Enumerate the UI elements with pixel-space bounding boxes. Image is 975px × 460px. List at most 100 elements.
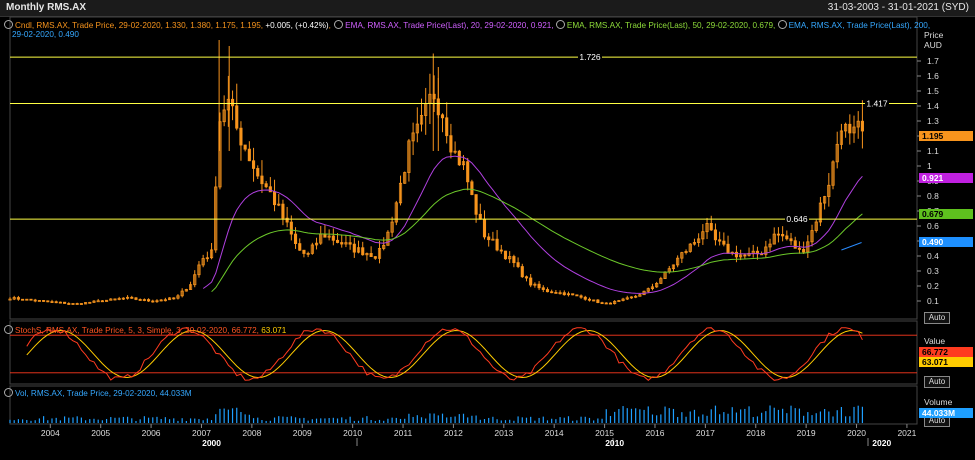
volume-bar: [740, 409, 742, 423]
candle-body: [96, 300, 100, 303]
year-tick-label: 2018: [746, 428, 765, 438]
volume-bar: [17, 419, 19, 423]
volume-bar: [698, 416, 700, 423]
candle-body: [33, 299, 37, 302]
volume-bar: [693, 409, 696, 423]
volume-bar: [635, 408, 637, 423]
settings-dot-icon[interactable]: [555, 20, 565, 29]
settings-dot-icon[interactable]: [4, 388, 13, 397]
volume-bar: [68, 417, 70, 423]
volume-bar: [488, 417, 490, 423]
volume-bar: [38, 418, 40, 423]
volume-bar: [467, 417, 469, 423]
candle-body: [46, 300, 50, 303]
price-axis-head: Price: [924, 30, 944, 40]
volume-bar: [752, 416, 754, 423]
candle-body: [583, 296, 587, 300]
ema20-tag: 0.921: [919, 173, 973, 183]
volume-bar: [366, 416, 368, 423]
vol-legend[interactable]: Vol, RMS.AX, Trade Price, 29-02-2020, 44…: [4, 388, 192, 399]
volume-bar: [72, 417, 74, 423]
volume-bar: [194, 418, 196, 423]
candle-body: [726, 243, 730, 254]
volume-bar: [122, 416, 124, 423]
settings-dot-icon[interactable]: [4, 20, 13, 29]
volume-bar: [664, 406, 666, 423]
volume-bar: [555, 419, 557, 423]
volume-bar: [378, 419, 381, 423]
candle-body: [50, 301, 54, 303]
volume-bar: [551, 418, 553, 423]
volume-bar: [849, 416, 851, 423]
volume-bar: [362, 417, 364, 423]
volume-bar: [156, 416, 158, 423]
volume-bar: [168, 419, 171, 423]
ema50-legend: EMA, RMS.AX, Trade Price(Last), 50, 29-0…: [566, 21, 778, 30]
volume-bar: [723, 412, 725, 423]
volume-bar: [748, 406, 750, 423]
volume-bar: [21, 419, 24, 423]
volume-bar: [756, 416, 759, 423]
candle-body: [789, 238, 793, 242]
settings-dot-icon[interactable]: [4, 325, 13, 334]
volume-bar: [609, 415, 612, 423]
volume-bar: [824, 409, 826, 423]
stoch-legend[interactable]: StochS, RMS.AX, Trade Price, 5, 3, Simpl…: [4, 325, 286, 336]
volume-bar: [252, 418, 255, 423]
volume-bar: [492, 416, 494, 423]
stoch-auto-button[interactable]: Auto: [924, 376, 950, 388]
year-tick-label: 2010: [343, 428, 362, 438]
settings-dot-icon[interactable]: [334, 20, 344, 29]
price-tick-label: 1.3: [927, 116, 939, 126]
price-auto-button[interactable]: Auto: [924, 312, 950, 324]
volume-bar: [416, 415, 418, 423]
candle-body: [848, 123, 852, 134]
volume-bar: [399, 418, 402, 423]
volume-bar: [588, 417, 591, 423]
volume-bar: [299, 418, 301, 423]
volume-bar: [500, 420, 502, 423]
volume-bar: [173, 418, 175, 423]
settings-dot-icon[interactable]: [777, 20, 787, 29]
candle-body: [482, 218, 487, 238]
volume-bar: [34, 420, 36, 423]
candle-body: [331, 235, 335, 241]
volume-bar: [798, 408, 801, 423]
volume-bar: [97, 419, 99, 423]
volume-bar: [84, 420, 87, 423]
volume-bar: [719, 414, 721, 423]
volume-bar: [450, 416, 452, 423]
volume-bar: [773, 407, 775, 423]
ema20-line: [202, 155, 863, 294]
candle-legend[interactable]: Cndl, RMS.AX, Trade Price, 29-02-2020, 1…: [4, 20, 930, 31]
stoch-axis-head: Value: [924, 336, 946, 346]
volume-bar: [593, 420, 595, 423]
candle-body: [474, 194, 478, 215]
volume-bar: [101, 420, 103, 423]
candle-body: [797, 247, 801, 250]
price-tick-label: 0.4: [927, 251, 939, 261]
volume-bar: [236, 407, 238, 423]
volume-bar: [219, 408, 221, 423]
volume-bar: [790, 405, 792, 423]
volume-bar: [563, 417, 565, 423]
candle-body: [860, 120, 864, 132]
volume-bar: [660, 414, 662, 423]
candle-body: [134, 297, 138, 300]
volume-bar: [126, 416, 129, 423]
volume-bar: [656, 415, 658, 423]
volume-bar: [614, 411, 616, 423]
volume-bar: [198, 419, 200, 423]
ema200-legend-cont: 29-02-2020, 0.490: [12, 30, 79, 39]
volume-bar: [672, 408, 675, 423]
volume-bar: [475, 415, 477, 423]
volume-bar: [471, 415, 473, 423]
candle-body: [785, 235, 789, 240]
volume-bar: [437, 415, 439, 423]
volume-bar: [605, 409, 607, 423]
candle-body: [256, 168, 260, 177]
candle-body: [529, 277, 533, 286]
volume-bar: [454, 416, 456, 423]
volume-bar: [257, 417, 259, 423]
candle-body: [243, 144, 247, 150]
